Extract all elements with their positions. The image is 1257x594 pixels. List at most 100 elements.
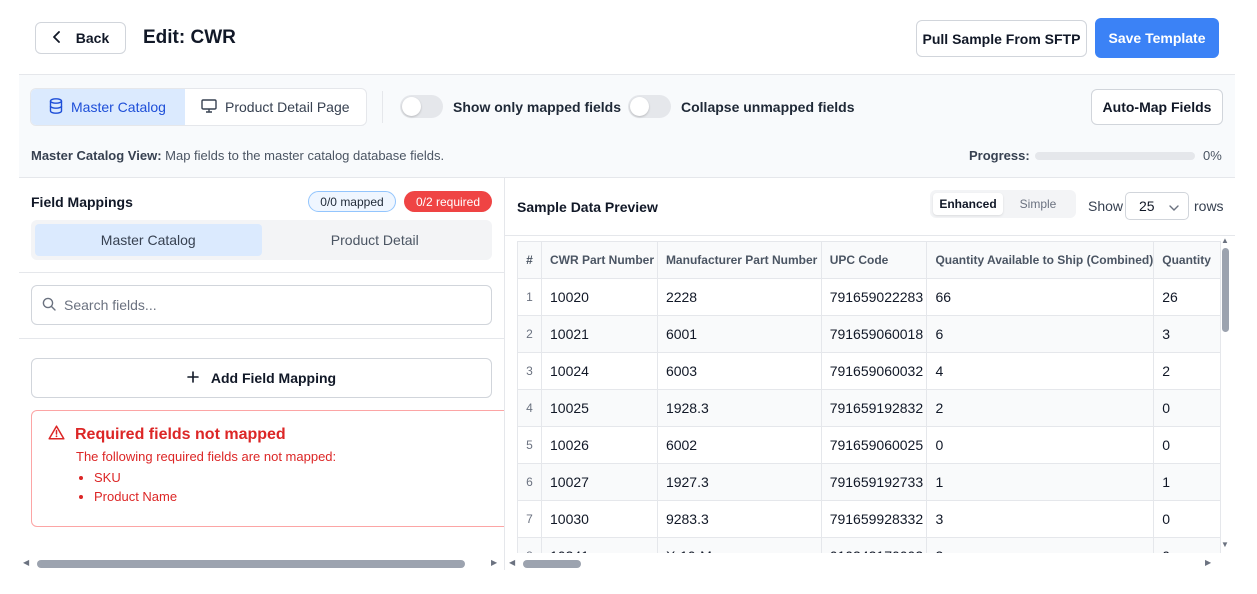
pull-sample-button[interactable]: Pull Sample From SFTP (916, 20, 1087, 57)
table-body: 1 10020 2228 791659022283 66 26 2 10021 6001 7916… (517, 278, 1221, 553)
column-header[interactable]: Manufacturer Part Number (656, 241, 822, 279)
table-horizontal-scrollbar[interactable]: ◀ ▶ (505, 555, 1221, 569)
progress-label: Progress: (969, 148, 1030, 163)
row-index: 7 (517, 500, 543, 538)
table-cell: 791659022283 (820, 278, 928, 316)
warning-icon (48, 425, 65, 445)
alert-title: Required fields not mapped (75, 426, 286, 443)
table-cell: 2 (926, 389, 1155, 427)
table-cell: 6001 (656, 315, 822, 353)
page-header: Back Edit: CWR Pull Sample From SFTP Sav… (0, 0, 1257, 74)
table-cell: 66 (926, 278, 1155, 316)
add-field-mapping-button[interactable]: Add Field Mapping (31, 358, 492, 398)
table-row: 5 10026 6002 791659060025 0 0 (517, 426, 1221, 464)
rows-per-page-select[interactable]: 25 (1125, 192, 1189, 220)
divider (19, 338, 504, 339)
scrollbar-thumb[interactable] (37, 560, 465, 568)
tab-product-detail-page-label: Product Detail Page (225, 99, 350, 115)
missing-fields-list: SKU Product Name (94, 470, 504, 504)
scroll-right-icon[interactable]: ▶ (1205, 558, 1211, 567)
column-header[interactable]: CWR Part Number (541, 241, 658, 279)
progress-percent: 0% (1203, 148, 1222, 163)
required-count-badge: 0/2 required (404, 191, 492, 212)
scroll-right-icon[interactable]: ▶ (491, 558, 497, 567)
scroll-down-icon[interactable]: ▼ (1221, 540, 1229, 549)
scrollbar-thumb[interactable] (523, 560, 581, 568)
column-header[interactable]: Quantity Available to Ship (Combined) (926, 241, 1155, 279)
scroll-left-icon[interactable]: ◀ (509, 558, 515, 567)
column-header[interactable]: UPC Code (820, 241, 928, 279)
database-icon (49, 97, 63, 117)
table-cell: 10341 (541, 537, 658, 553)
tab-product-detail-page[interactable]: Product Detail Page (185, 89, 366, 125)
row-index: 3 (517, 352, 543, 390)
table-cell: 1927.3 (656, 463, 822, 501)
table-cell: 2 (1153, 352, 1221, 390)
table-cell: 791659192832 (820, 389, 928, 427)
row-index: 5 (517, 426, 543, 464)
mode-enhanced[interactable]: Enhanced (933, 193, 1003, 215)
divider (19, 272, 504, 273)
field-mappings-panel: Field Mappings 0/0 mapped 0/2 required M… (19, 178, 505, 570)
save-template-button[interactable]: Save Template (1095, 18, 1219, 58)
row-index: 4 (517, 389, 543, 427)
toolbar-divider (382, 91, 383, 123)
list-item: Product Name (94, 489, 504, 504)
table-cell: 791659060018 (820, 315, 928, 353)
add-field-mapping-label: Add Field Mapping (210, 370, 337, 386)
table-cell: 6003 (656, 352, 822, 390)
required-fields-alert: Required fields not mapped The following… (31, 410, 504, 527)
view-tabs: Master Catalog Product Detail Page (30, 88, 367, 126)
mode-simple[interactable]: Simple (1003, 193, 1073, 215)
table-cell: 10025 (541, 389, 658, 427)
collapse-unmapped-toggle[interactable] (628, 95, 671, 118)
sample-data-table: # CWR Part Number Manufacturer Part Numb… (517, 241, 1221, 553)
column-header[interactable]: Quantity (1153, 241, 1221, 279)
chevron-left-icon (52, 30, 62, 46)
table-vertical-scrollbar[interactable]: ▲ ▼ (1218, 236, 1232, 552)
tab-master-catalog-label: Master Catalog (71, 99, 166, 115)
scroll-up-icon[interactable]: ▲ (1221, 236, 1229, 245)
scroll-left-icon[interactable]: ◀ (23, 558, 29, 567)
divider (505, 235, 1235, 236)
list-item: SKU (94, 470, 504, 485)
table-cell: 9283.3 (656, 500, 822, 538)
show-label: Show (1088, 198, 1124, 214)
table-cell: 10020 (541, 278, 658, 316)
auto-map-button[interactable]: Auto-Map Fields (1091, 89, 1223, 125)
table-cell: 3 (926, 500, 1155, 538)
table-cell: 0 (1153, 537, 1221, 553)
table-cell: 3 (926, 537, 1155, 553)
table-row: 3 10024 6003 791659060032 4 2 (517, 352, 1221, 390)
table-cell: 6002 (656, 426, 822, 464)
tab-master-catalog[interactable]: Master Catalog (31, 89, 185, 125)
rows-label: rows (1194, 198, 1224, 214)
show-mapped-toggle[interactable] (400, 95, 443, 118)
table-cell: 2228 (656, 278, 822, 316)
table-cell: 791659192733 (820, 463, 928, 501)
column-header[interactable]: # (517, 241, 543, 279)
table-row: 7 10030 9283.3 791659928332 3 0 (517, 500, 1221, 538)
table-cell: 791659060032 (820, 352, 928, 390)
row-index: 8 (517, 537, 543, 553)
left-horizontal-scrollbar[interactable]: ◀ ▶ (19, 555, 505, 569)
search-input[interactable] (64, 297, 464, 313)
table-cell: 791659928332 (820, 500, 928, 538)
table-cell: 791659060025 (820, 426, 928, 464)
scrollbar-thumb[interactable] (1222, 248, 1229, 332)
sub-tab-product-detail[interactable]: Product Detail (262, 224, 489, 256)
table-row: 2 10021 6001 791659060018 6 3 (517, 315, 1221, 353)
plus-icon (187, 370, 199, 386)
show-mapped-label: Show only mapped fields (453, 98, 622, 115)
chevron-down-icon (1168, 198, 1179, 214)
table-cell: 3 (1153, 315, 1221, 353)
table-cell: 10030 (541, 500, 658, 538)
sub-tab-master-catalog[interactable]: Master Catalog (35, 224, 262, 256)
table-cell: 10026 (541, 426, 658, 464)
table-cell: 0 (1153, 500, 1221, 538)
row-index: 6 (517, 463, 543, 501)
view-description: Master Catalog View: Map fields to the m… (31, 148, 444, 163)
view-description-bold: Master Catalog View: (31, 148, 162, 163)
table-cell: 4 (926, 352, 1155, 390)
back-button[interactable]: Back (35, 22, 126, 54)
